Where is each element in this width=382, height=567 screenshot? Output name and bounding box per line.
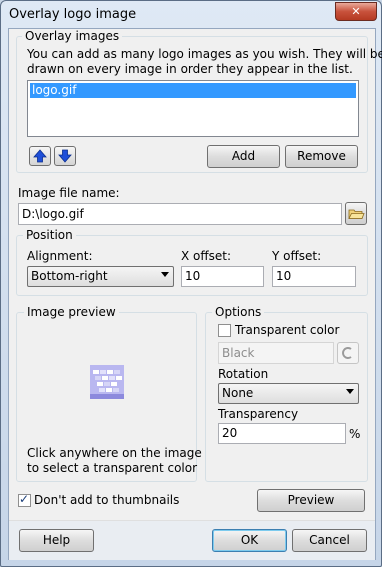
remove-button[interactable]: Remove [285, 145, 358, 168]
rotation-label: Rotation [218, 367, 269, 381]
transparent-color-checkbox[interactable] [218, 324, 231, 337]
rotation-select[interactable]: None [218, 383, 359, 404]
transparency-unit: % [349, 427, 361, 441]
overlay-images-list[interactable]: logo.gif [27, 80, 359, 137]
transparent-color-label[interactable]: Transparent color [235, 323, 339, 337]
color-picker-icon [342, 347, 352, 359]
browse-button[interactable] [345, 202, 367, 225]
y-offset-field[interactable]: 10 [272, 266, 356, 287]
overlay-description-line2: drawn on every image in order they appea… [27, 62, 353, 76]
x-offset-field[interactable]: 10 [181, 266, 264, 287]
close-button[interactable]: ✕ [335, 2, 377, 21]
rotation-value: None [222, 386, 254, 400]
preview-hint-line2: to select a transparent color [27, 461, 198, 475]
move-down-button[interactable] [54, 146, 76, 166]
transparency-field[interactable]: 20 [218, 423, 346, 444]
arrow-down-icon [58, 149, 72, 163]
title-bar[interactable]: Overlay logo image ✕ [1, 1, 381, 29]
image-file-label: Image file name: [18, 186, 120, 200]
logo-preview-image[interactable] [90, 365, 124, 399]
transparent-color-field: Black [218, 342, 334, 364]
overlay-images-legend: Overlay images [22, 29, 123, 43]
move-up-button[interactable] [29, 146, 51, 166]
position-legend: Position [23, 228, 76, 242]
preview-button[interactable]: Preview [257, 489, 365, 512]
list-item[interactable]: logo.gif [30, 83, 356, 98]
color-picker-button [337, 342, 359, 364]
dialog-window: Overlay logo image ✕ Overlay images You … [0, 0, 382, 567]
add-button[interactable]: Add [207, 145, 280, 168]
alignment-value: Bottom-right [31, 269, 108, 283]
overlay-description-line1: You can add as many logo images as you w… [27, 47, 382, 61]
alignment-select[interactable]: Bottom-right [27, 266, 174, 287]
cancel-button[interactable]: Cancel [292, 529, 367, 552]
window-title: Overlay logo image [9, 7, 137, 22]
alignment-label: Alignment: [27, 249, 93, 263]
image-file-field[interactable]: D:\logo.gif [18, 203, 342, 225]
image-preview-legend: Image preview [24, 305, 119, 319]
preview-hint-line1: Click anywhere on the image [27, 446, 202, 460]
y-offset-label: Y offset: [272, 249, 322, 263]
chevron-down-icon [161, 272, 169, 277]
x-offset-label: X offset: [181, 249, 232, 263]
options-legend: Options [212, 305, 265, 319]
transparency-label: Transparency [218, 407, 299, 421]
dont-add-thumbnails-checkbox[interactable] [18, 492, 31, 507]
ok-button[interactable]: OK [212, 529, 287, 552]
help-button[interactable]: Help [19, 529, 94, 552]
dialog-body: Overlay images You can add as many logo … [8, 28, 382, 560]
dont-add-thumbnails-label[interactable]: Don't add to thumbnails [34, 493, 179, 507]
chevron-down-icon [346, 389, 354, 394]
arrow-up-icon [33, 149, 47, 163]
folder-open-icon [348, 209, 365, 219]
